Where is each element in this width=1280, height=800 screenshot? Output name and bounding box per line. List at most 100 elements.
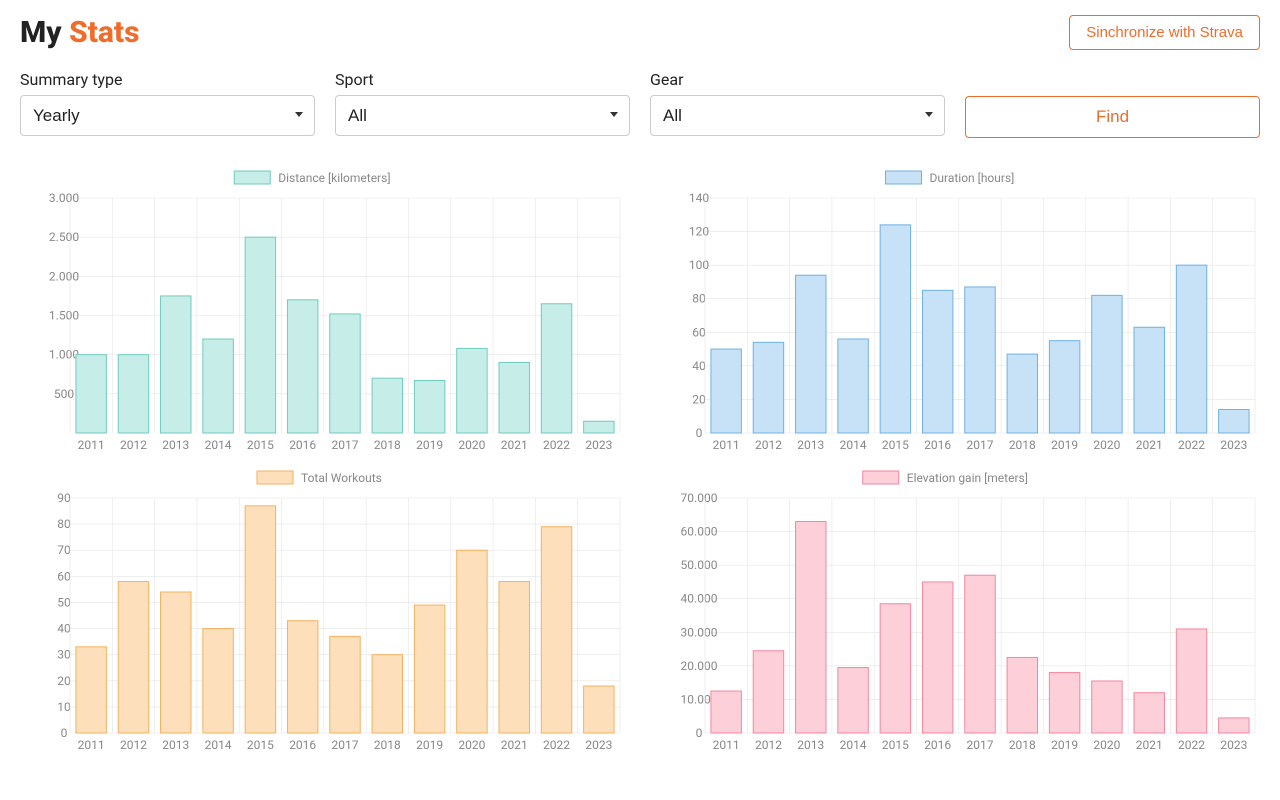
summary-type-filter: Summary type Yearly	[20, 70, 315, 138]
y-tick-label: 50.000	[681, 558, 718, 572]
x-tick-label: 2022	[543, 738, 570, 752]
bar[interactable]	[1007, 657, 1037, 733]
x-tick-label: 2018	[374, 738, 401, 752]
y-tick-label: 2.500	[49, 230, 79, 244]
title-my: My	[20, 15, 69, 50]
legend-label: Elevation gain [meters]	[907, 471, 1028, 485]
sync-strava-button[interactable]: Sinchronize with Strava	[1069, 15, 1260, 50]
bar[interactable]	[796, 522, 826, 734]
bar[interactable]	[838, 339, 868, 433]
bar[interactable]	[1007, 354, 1037, 433]
bar[interactable]	[499, 582, 529, 733]
bar[interactable]	[541, 304, 571, 433]
x-tick-label: 2018	[374, 438, 401, 452]
bar[interactable]	[1134, 327, 1164, 433]
bar[interactable]	[1092, 295, 1122, 433]
bar[interactable]	[414, 381, 444, 433]
bar[interactable]	[457, 550, 487, 733]
legend-swatch	[863, 471, 899, 484]
x-tick-label: 2013	[162, 438, 189, 452]
y-tick-label: 80	[692, 292, 706, 306]
bar[interactable]	[796, 275, 826, 433]
gear-filter: Gear All	[650, 70, 945, 138]
x-tick-label: 2014	[205, 438, 232, 452]
sport-select[interactable]: All	[335, 95, 630, 136]
bar[interactable]	[161, 296, 191, 433]
y-tick-label: 0	[696, 726, 703, 740]
bar[interactable]	[76, 355, 106, 433]
bar[interactable]	[203, 629, 233, 733]
bar[interactable]	[965, 575, 995, 733]
bar[interactable]	[1092, 681, 1122, 733]
bar[interactable]	[414, 605, 444, 733]
bar[interactable]	[711, 349, 741, 433]
x-tick-label: 2011	[78, 438, 105, 452]
bar[interactable]	[753, 651, 783, 733]
bar[interactable]	[541, 527, 571, 733]
x-tick-label: 2020	[458, 738, 485, 752]
x-tick-label: 2023	[1220, 438, 1247, 452]
x-tick-label: 2013	[797, 438, 824, 452]
x-tick-label: 2019	[1051, 438, 1078, 452]
bar[interactable]	[287, 300, 317, 433]
bar[interactable]	[1049, 673, 1079, 733]
summary-type-select[interactable]: Yearly	[20, 95, 315, 136]
bar[interactable]	[372, 655, 402, 733]
x-tick-label: 2014	[205, 738, 232, 752]
bar[interactable]	[457, 348, 487, 433]
x-tick-label: 2014	[840, 438, 867, 452]
bar[interactable]	[499, 363, 529, 434]
find-filter: Find	[965, 70, 1260, 138]
bar[interactable]	[76, 647, 106, 733]
bar[interactable]	[330, 314, 360, 433]
bar[interactable]	[922, 582, 952, 733]
bar[interactable]	[584, 421, 614, 433]
bar[interactable]	[584, 686, 614, 733]
bar[interactable]	[880, 604, 910, 733]
bar[interactable]	[245, 237, 275, 433]
sport-filter: Sport All	[335, 70, 630, 138]
gear-select[interactable]: All	[650, 95, 945, 136]
x-tick-label: 2013	[162, 738, 189, 752]
page-title: My Stats	[20, 15, 140, 50]
find-button[interactable]: Find	[965, 96, 1260, 138]
x-tick-label: 2019	[416, 738, 443, 752]
x-tick-label: 2022	[543, 438, 570, 452]
bar[interactable]	[330, 636, 360, 733]
chart-elevation: Elevation gain [meters]010.00020.00030.0…	[655, 468, 1260, 758]
bar[interactable]	[287, 621, 317, 733]
x-tick-label: 2020	[1093, 738, 1120, 752]
bar[interactable]	[922, 290, 952, 433]
y-tick-label: 2.000	[49, 269, 79, 283]
x-tick-label: 2012	[755, 738, 782, 752]
bar[interactable]	[161, 592, 191, 733]
legend-swatch	[257, 471, 293, 484]
bar[interactable]	[1219, 410, 1249, 434]
bar[interactable]	[372, 378, 402, 433]
x-tick-label: 2020	[1093, 438, 1120, 452]
y-tick-label: 40	[57, 622, 71, 636]
bar[interactable]	[1176, 265, 1206, 433]
bar[interactable]	[118, 582, 148, 733]
bar[interactable]	[1134, 693, 1164, 733]
x-tick-label: 2021	[1136, 738, 1163, 752]
y-tick-label: 20	[57, 674, 71, 688]
bar[interactable]	[965, 287, 995, 433]
x-tick-label: 2012	[755, 438, 782, 452]
bar[interactable]	[753, 342, 783, 433]
summary-type-label: Summary type	[20, 70, 315, 89]
bar[interactable]	[245, 506, 275, 733]
x-tick-label: 2022	[1178, 438, 1205, 452]
filters-row: Summary type Yearly Sport All Gear All F…	[20, 70, 1260, 138]
x-tick-label: 2017	[967, 738, 994, 752]
bar[interactable]	[838, 668, 868, 733]
bar[interactable]	[203, 339, 233, 433]
y-tick-label: 40	[692, 359, 706, 373]
bar[interactable]	[1049, 341, 1079, 433]
bar[interactable]	[118, 355, 148, 433]
bar[interactable]	[711, 691, 741, 733]
legend-swatch	[234, 171, 270, 184]
bar[interactable]	[880, 225, 910, 433]
bar[interactable]	[1176, 629, 1206, 733]
bar[interactable]	[1219, 718, 1249, 733]
